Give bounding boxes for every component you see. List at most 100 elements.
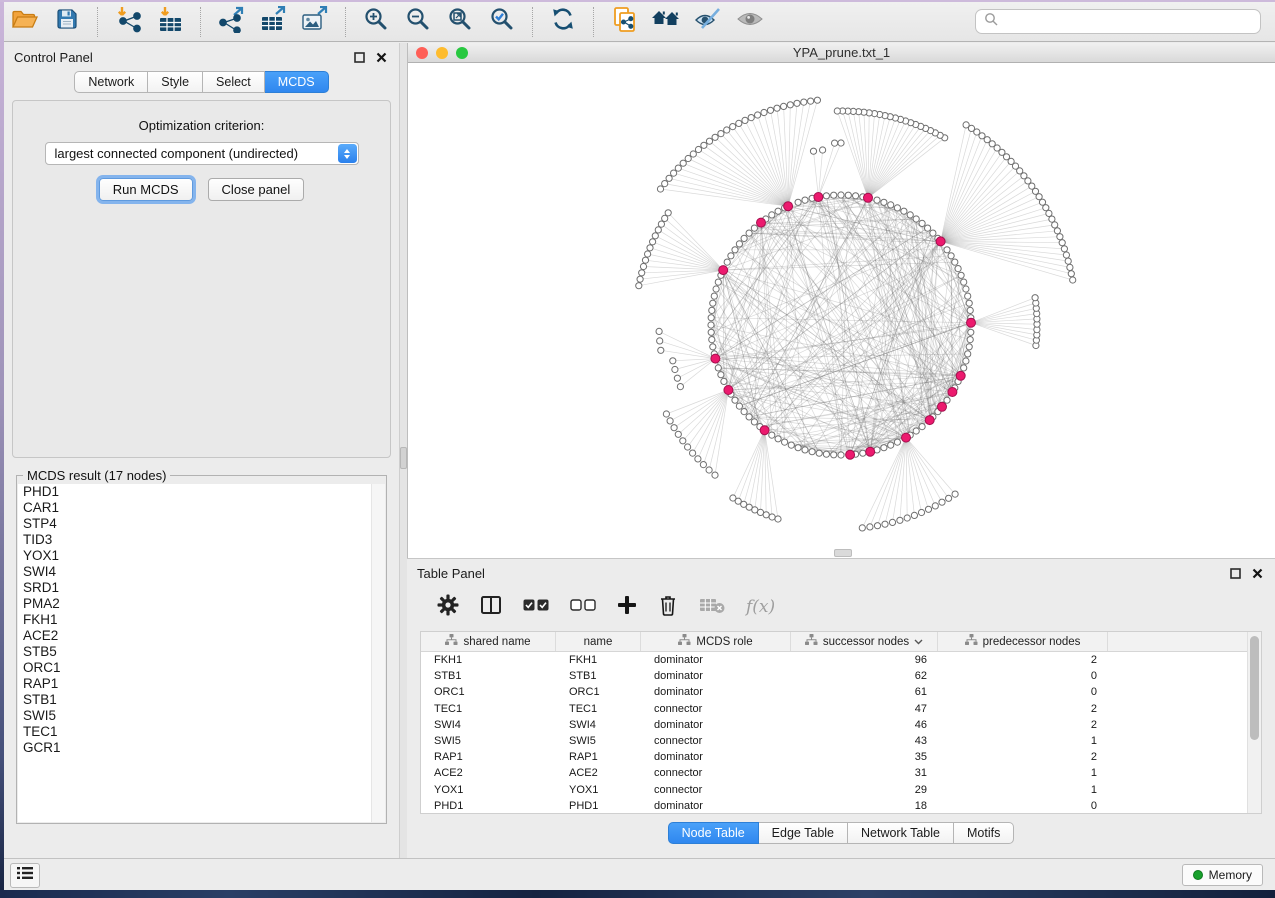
zoom-out-button[interactable]: [401, 5, 435, 39]
export-table-button[interactable]: [256, 5, 290, 39]
column-header-shared-name[interactable]: shared name: [421, 632, 556, 651]
close-panel-icon[interactable]: [376, 50, 387, 68]
mcds-list-scrollbar[interactable]: [371, 484, 385, 822]
column-header-name[interactable]: name: [556, 632, 641, 651]
apply-function-button: f(x): [746, 597, 775, 617]
tab-network-table[interactable]: Network Table: [848, 822, 954, 844]
mcds-result-item[interactable]: STB1: [18, 692, 385, 708]
table-row[interactable]: ACE2ACE2connector311: [421, 765, 1248, 781]
optimization-criterion-dropdown[interactable]: largest connected component (undirected): [45, 142, 359, 165]
import-table-icon: [157, 6, 184, 38]
save-session-button[interactable]: [50, 5, 84, 39]
mcds-result-item[interactable]: RAP1: [18, 676, 385, 692]
export-image-button[interactable]: [298, 5, 332, 39]
zoom-in-button[interactable]: [359, 5, 393, 39]
zoom-fit-icon: [447, 6, 473, 37]
deselect-all-button[interactable]: [570, 598, 596, 616]
mcds-result-item[interactable]: TEC1: [18, 724, 385, 740]
cell-MCDS-role: dominator: [641, 686, 791, 698]
mcds-result-item[interactable]: PHD1: [18, 484, 385, 500]
memory-button[interactable]: Memory: [1182, 864, 1263, 886]
mcds-result-item[interactable]: SWI4: [18, 564, 385, 580]
float-table-panel-icon[interactable]: [1230, 566, 1241, 584]
delete-row-button[interactable]: [658, 594, 678, 621]
import-table-button[interactable]: [153, 5, 187, 39]
network-window-titlebar[interactable]: YPA_prune.txt_1: [408, 43, 1275, 63]
status-bar: Memory: [0, 858, 1275, 891]
zoom-selected-button[interactable]: [485, 5, 519, 39]
table-row[interactable]: PHD1PHD1dominator180: [421, 798, 1248, 813]
column-header-MCDS-role[interactable]: MCDS role: [641, 632, 791, 651]
search-input[interactable]: [1004, 14, 1252, 30]
select-all-button[interactable]: [523, 598, 549, 616]
network-window-title: YPA_prune.txt_1: [408, 45, 1275, 60]
table-row[interactable]: STB1STB1dominator620: [421, 668, 1248, 684]
cell-name: YOX1: [556, 784, 641, 796]
copy-network-view-button[interactable]: [607, 5, 641, 39]
export-network-button[interactable]: [214, 5, 248, 39]
table-row[interactable]: ORC1ORC1dominator610: [421, 684, 1248, 700]
network-graph[interactable]: [408, 63, 1275, 558]
tab-mcds[interactable]: MCDS: [265, 71, 329, 93]
mcds-result-item[interactable]: SWI5: [18, 708, 385, 724]
refresh-view-button[interactable]: [546, 5, 580, 39]
task-history-button[interactable]: [10, 863, 40, 888]
mcds-result-item[interactable]: GCR1: [18, 740, 385, 756]
tab-network[interactable]: Network: [74, 71, 148, 93]
open-file-button[interactable]: [8, 5, 42, 39]
mcds-result-item[interactable]: YOX1: [18, 548, 385, 564]
mcds-result-item[interactable]: FKH1: [18, 612, 385, 628]
cell-successor-nodes: 47: [791, 703, 938, 715]
panel-splitter[interactable]: [400, 43, 407, 858]
table-settings-button[interactable]: [437, 594, 459, 621]
cell-successor-nodes: 29: [791, 784, 938, 796]
mcds-result-item[interactable]: PMA2: [18, 596, 385, 612]
splitter-grip[interactable]: [400, 447, 407, 469]
table-row[interactable]: FKH1FKH1dominator962: [421, 652, 1248, 668]
tab-style[interactable]: Style: [148, 71, 203, 93]
tab-select[interactable]: Select: [203, 71, 265, 93]
float-panel-icon[interactable]: [354, 50, 365, 68]
network-canvas[interactable]: [408, 63, 1275, 558]
mcds-result-item[interactable]: STB5: [18, 644, 385, 660]
table-scrollbar-thumb[interactable]: [1250, 636, 1259, 740]
mcds-result-item[interactable]: CAR1: [18, 500, 385, 516]
table-row[interactable]: SWI4SWI4dominator462: [421, 717, 1248, 733]
dropdown-stepper-icon: [338, 144, 357, 163]
node-tree-icon: [678, 634, 691, 649]
cell-name: RAP1: [556, 751, 641, 763]
mcds-result-item[interactable]: SRD1: [18, 580, 385, 596]
mcds-result-list[interactable]: PHD1CAR1STP4TID3YOX1SWI4SRD1PMA2FKH1ACE2…: [18, 484, 385, 822]
show-all-button[interactable]: [733, 5, 767, 39]
tab-motifs[interactable]: Motifs: [954, 822, 1014, 844]
table-row[interactable]: TEC1TEC1connector472: [421, 701, 1248, 717]
home-galleries-button[interactable]: [649, 5, 683, 39]
tab-edge-table[interactable]: Edge Table: [759, 822, 848, 844]
add-row-button[interactable]: [617, 595, 637, 620]
mcds-result-item[interactable]: TID3: [18, 532, 385, 548]
search-field[interactable]: [975, 9, 1261, 34]
close-table-panel-icon[interactable]: [1252, 566, 1263, 584]
close-panel-button[interactable]: Close panel: [208, 178, 305, 201]
column-header-predecessor-nodes[interactable]: predecessor nodes: [938, 632, 1108, 651]
hide-selected-button[interactable]: [691, 5, 725, 39]
run-mcds-button[interactable]: Run MCDS: [99, 178, 193, 201]
import-network-button[interactable]: [111, 5, 145, 39]
horizontal-splitter-grip[interactable]: [834, 549, 852, 557]
table-row[interactable]: RAP1RAP1dominator352: [421, 749, 1248, 765]
table-scrollbar[interactable]: [1247, 632, 1261, 813]
zoom-selected-icon: [489, 6, 515, 37]
mcds-result-item[interactable]: ORC1: [18, 660, 385, 676]
show-columns-button[interactable]: [480, 595, 502, 620]
cell-predecessor-nodes: 0: [938, 800, 1108, 812]
tab-node-table[interactable]: Node Table: [668, 822, 759, 844]
table-row[interactable]: YOX1YOX1connector291: [421, 782, 1248, 798]
cell-predecessor-nodes: 0: [938, 686, 1108, 698]
cell-shared-name: YOX1: [421, 784, 556, 796]
table-row[interactable]: SWI5SWI5connector431: [421, 733, 1248, 749]
mcds-result-item[interactable]: STP4: [18, 516, 385, 532]
zoom-fit-button[interactable]: [443, 5, 477, 39]
column-header-successor-nodes[interactable]: successor nodes: [791, 632, 938, 651]
import-network-icon: [114, 6, 142, 38]
mcds-result-item[interactable]: ACE2: [18, 628, 385, 644]
